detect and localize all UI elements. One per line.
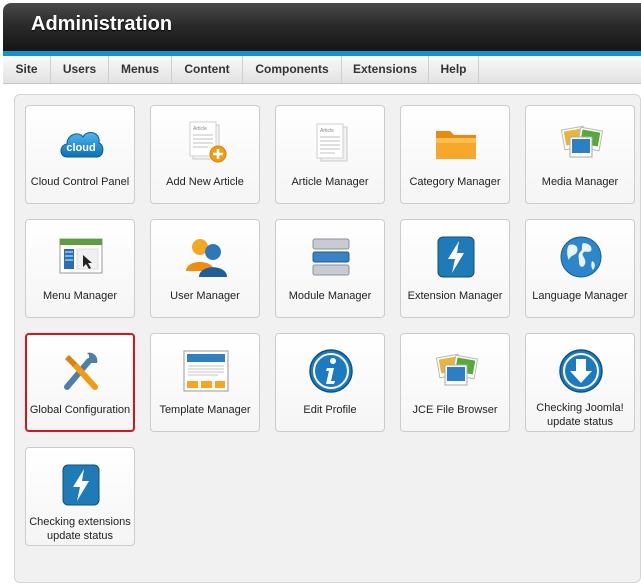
article-doc-text: Article — [320, 128, 334, 134]
tile-label: Global Configuration — [29, 404, 131, 416]
info-icon — [309, 349, 353, 393]
tile-global-configuration[interactable]: Global Configuration — [25, 333, 135, 432]
media-icon — [560, 125, 604, 158]
folder-icon — [436, 131, 476, 159]
tile-label: User Manager — [170, 290, 240, 302]
menu-content[interactable]: Content — [172, 56, 243, 83]
tools-icon — [64, 352, 98, 390]
tile-label: Cloud Control Panel — [30, 176, 130, 188]
menu-users[interactable]: Users — [51, 56, 109, 83]
tile-label: Module Manager — [288, 290, 372, 302]
tile-edit-profile[interactable]: Edit Profile — [275, 333, 385, 432]
tile-menu-manager[interactable]: Menu Manager — [25, 219, 135, 318]
tile-label: Media Manager — [541, 176, 619, 188]
globe-icon — [560, 236, 602, 278]
menu-components[interactable]: Components — [243, 56, 342, 83]
template-icon — [183, 350, 229, 392]
tile-joomla-update-status[interactable]: Checking Joomla! update status — [525, 333, 635, 432]
tile-label: Category Manager — [409, 176, 501, 188]
header-bar: Administration — [3, 3, 641, 56]
users-icon — [186, 239, 227, 277]
tile-label: JCE File Browser — [412, 404, 498, 416]
tile-label: Add New Article — [166, 176, 244, 188]
cloud-icon: cloud — [60, 131, 104, 158]
tile-label: Checking Joomla! update status — [536, 402, 624, 428]
tile-extensions-update-status[interactable]: Checking extensions update status — [25, 447, 135, 546]
cloud-logo-text: cloud — [66, 142, 95, 154]
tile-label: Checking extensions update status — [29, 516, 131, 542]
tile-label: Language Manager — [532, 290, 628, 302]
menu-help[interactable]: Help — [429, 56, 479, 83]
tile-module-manager[interactable]: Module Manager — [275, 219, 385, 318]
tile-template-manager[interactable]: Template Manager — [150, 333, 260, 432]
menu-extensions[interactable]: Extensions — [342, 56, 429, 83]
extension-icon — [62, 464, 100, 506]
page-title: Administration — [31, 13, 173, 35]
control-panel: cloud Cloud Control Panel Article Add Ne… — [14, 94, 641, 583]
tile-label: Extension Manager — [407, 290, 503, 302]
tile-add-new-article[interactable]: Article Add New Article — [150, 105, 260, 204]
menu-menus[interactable]: Menus — [109, 56, 172, 83]
tile-label: Menu Manager — [43, 290, 117, 302]
tile-category-manager[interactable]: Category Manager — [400, 105, 510, 204]
add-article-icon: Article — [189, 121, 227, 163]
media-icon — [435, 353, 479, 386]
tile-article-manager[interactable]: Article Article Manager — [275, 105, 385, 204]
download-icon — [559, 349, 603, 393]
tile-extension-manager[interactable]: Extension Manager — [400, 219, 510, 318]
tile-label: Edit Profile — [303, 404, 357, 416]
article-doc-text: Article — [193, 126, 207, 132]
tile-user-manager[interactable]: User Manager — [150, 219, 260, 318]
article-icon: Article — [316, 123, 348, 162]
module-icon — [312, 238, 350, 276]
tile-cloud-control-panel[interactable]: cloud Cloud Control Panel — [25, 105, 135, 204]
menu-site[interactable]: Site — [3, 56, 51, 83]
tile-label: Template Manager — [159, 404, 251, 416]
menu-manager-icon — [59, 238, 103, 274]
main-menu-bar: Site Users Menus Content Components Exte… — [3, 56, 641, 84]
extension-icon — [437, 236, 475, 278]
tile-media-manager[interactable]: Media Manager — [525, 105, 635, 204]
tile-label: Article Manager — [291, 176, 369, 188]
tile-language-manager[interactable]: Language Manager — [525, 219, 635, 318]
tile-jce-file-browser[interactable]: JCE File Browser — [400, 333, 510, 432]
